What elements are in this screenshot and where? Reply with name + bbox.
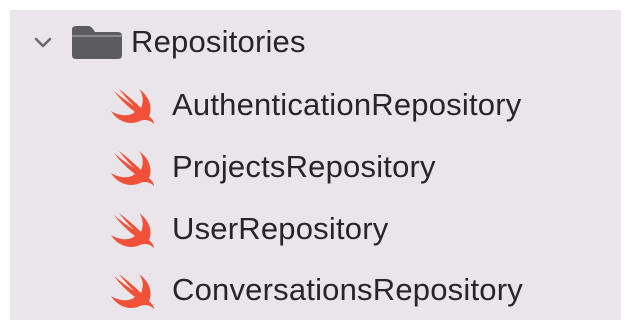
file-name: AuthenticationRepository: [172, 87, 522, 122]
swift-file-icon: [109, 85, 157, 125]
file-name: ConversationsRepository: [172, 272, 523, 307]
chevron-down-icon[interactable]: [32, 31, 54, 53]
file-row[interactable]: UserRepository: [10, 198, 621, 260]
folder-icon: [70, 24, 124, 60]
file-row[interactable]: AuthenticationRepository: [10, 74, 621, 136]
file-name: UserRepository: [172, 211, 389, 246]
swift-file-icon: [109, 270, 157, 310]
project-navigator: Repositories AuthenticationRepository Pr…: [10, 10, 621, 320]
swift-file-icon: [109, 209, 157, 249]
swift-file-icon: [109, 147, 157, 187]
file-name: ProjectsRepository: [172, 149, 436, 184]
folder-name: Repositories: [131, 24, 306, 59]
file-row[interactable]: ConversationsRepository: [10, 260, 621, 320]
folder-row-repositories[interactable]: Repositories: [10, 10, 621, 74]
file-row[interactable]: ProjectsRepository: [10, 136, 621, 198]
